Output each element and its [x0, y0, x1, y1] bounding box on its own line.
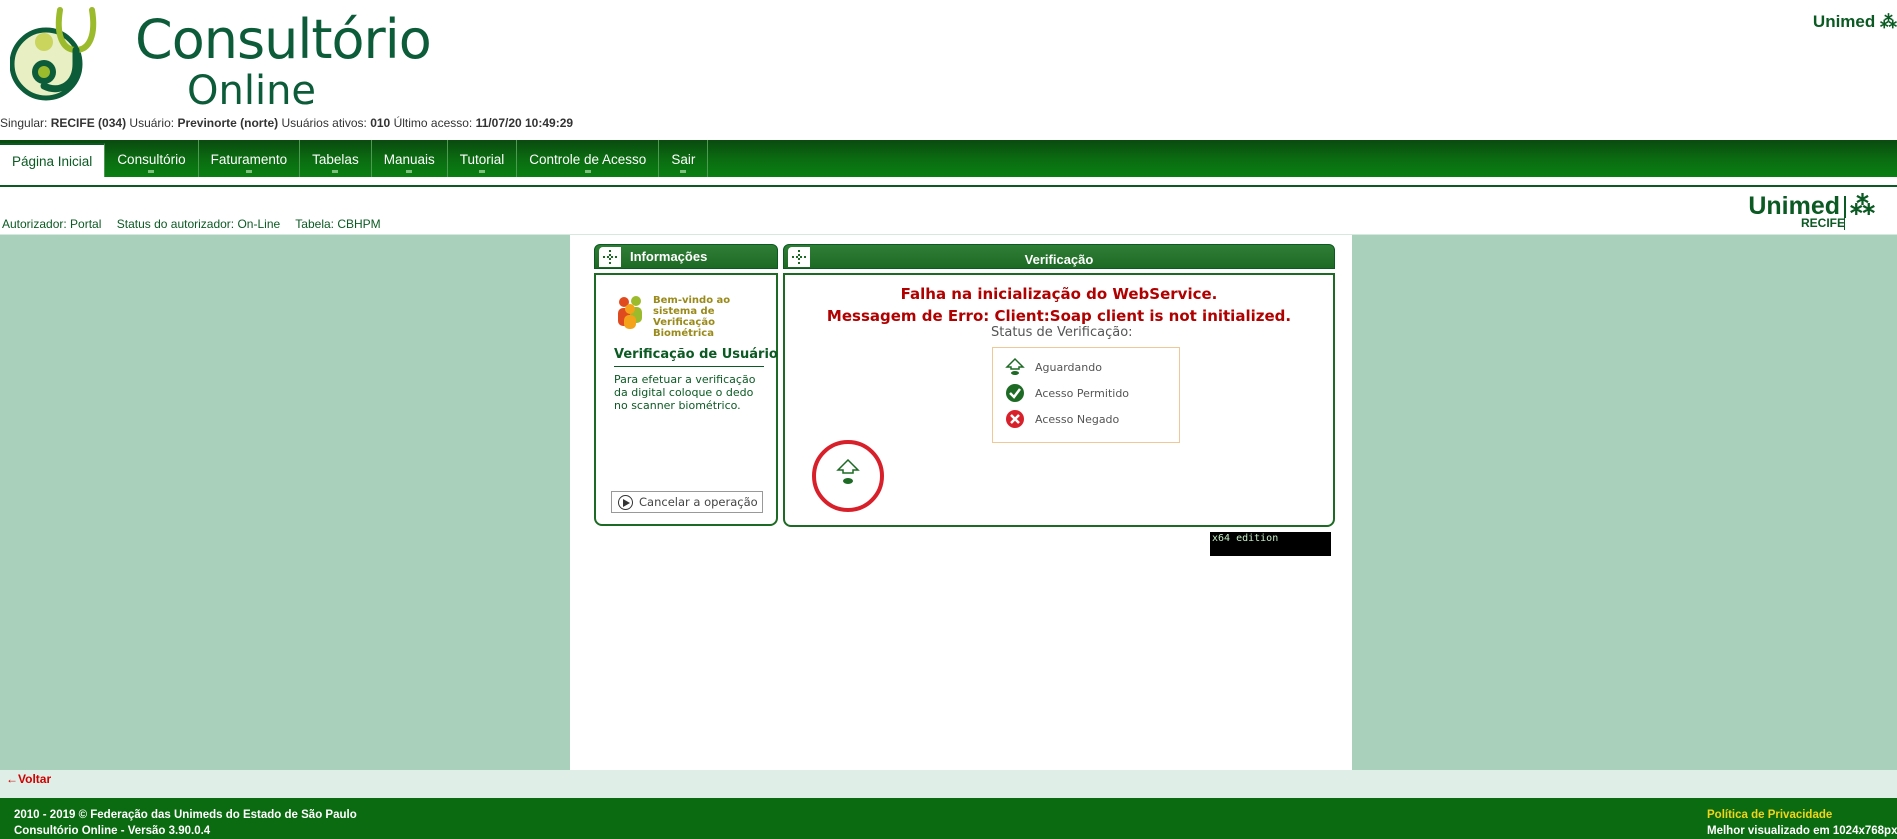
- city-label: RECIFE: [1800, 216, 1845, 230]
- fingerprint-waiting-icon: [836, 459, 860, 484]
- x-circle-icon: [1005, 409, 1025, 429]
- chevron-down-icon: [245, 170, 252, 174]
- page: Consultório Online Unimed ⁂ Singular: RE…: [0, 0, 1897, 839]
- back-link[interactable]: ←Voltar: [6, 772, 51, 786]
- footer: 2010 - 2019 © Federação das Unimeds do E…: [0, 798, 1897, 839]
- info-panel-header: Informações: [594, 244, 778, 269]
- user-verification-title: Verificação de Usuário: [614, 347, 778, 362]
- nav-item-tutorial[interactable]: Tutorial: [448, 140, 518, 177]
- current-status-indicator: [812, 440, 884, 512]
- nav-item-pagina-inicial[interactable]: Página Inicial: [0, 143, 106, 177]
- unimed-brand-top: Unimed ⁂: [1812, 12, 1897, 31]
- fingerprint-waiting-icon: [1005, 357, 1025, 377]
- nav-item-manuais[interactable]: Manuais: [372, 140, 448, 177]
- chevron-down-icon: [332, 170, 339, 174]
- stethoscope-logo-icon: [10, 7, 97, 101]
- verification-panel: Falha na inicialização do WebService. Me…: [783, 273, 1335, 527]
- play-circle-icon: [618, 494, 633, 510]
- autorizador-status: Status do autorizador: On-Line: [116, 217, 281, 231]
- back-bar: [0, 770, 1897, 798]
- logo-text-line1: Consultório: [135, 8, 432, 71]
- nav-item-consultorio[interactable]: Consultório: [105, 140, 199, 177]
- edition-badge: x64 edition: [1210, 532, 1331, 556]
- nav-item-controle-de-acesso[interactable]: Controle de Acesso: [517, 140, 660, 177]
- verification-instructions: Para efetuar a verificação da digital co…: [614, 373, 756, 412]
- chevron-down-icon: [584, 170, 591, 174]
- status-waiting: Aguardando: [1005, 356, 1102, 378]
- status-bar: Unimed ⁂ RECIFE Autorizador: Portal Statu…: [0, 189, 1897, 233]
- cancel-operation-button[interactable]: Cancelar a operação: [611, 491, 763, 513]
- footer-right: Política de Privacidade Melhor visualiza…: [1707, 807, 1897, 839]
- status-denied: Acesso Negado: [1005, 408, 1119, 430]
- nav-item-faturamento[interactable]: Faturamento: [199, 140, 301, 177]
- chevron-down-icon: [478, 170, 485, 174]
- status-allowed: Acesso Permitido: [1005, 382, 1129, 404]
- panel-grip-icon: [599, 247, 621, 267]
- nav-divider: [0, 177, 1897, 187]
- logo-text-line2: Online: [187, 68, 317, 114]
- user-info: Singular: RECIFE (034) Usuário: Previnor…: [0, 116, 574, 130]
- privacy-policy-link[interactable]: Política de Privacidade: [1707, 807, 1897, 823]
- tabela-label: Tabela: CBHPM: [295, 217, 381, 231]
- consultorio-online-logo: Consultório Online: [10, 4, 432, 114]
- verification-panel-title: Verificação: [1024, 252, 1094, 267]
- autorizador-info: Autorizador: Portal Status do autorizado…: [2, 217, 393, 231]
- chevron-down-icon: [148, 170, 155, 174]
- status-legend: Aguardando Acesso Permitido Acesso Negad…: [992, 347, 1180, 443]
- main-nav: Página Inicial Consultório Faturamento T…: [0, 140, 1897, 177]
- back-arrow-icon: ←: [6, 772, 18, 786]
- people-icon: [618, 296, 642, 329]
- autorizador-label: Autorizador: Portal: [2, 217, 102, 231]
- info-panel: Bem-vindo ao sistema de Verificação Biom…: [594, 273, 778, 526]
- footer-copyright: 2010 - 2019 © Federação das Unimeds do E…: [14, 809, 357, 837]
- nav-item-sair[interactable]: Sair: [659, 140, 709, 177]
- best-view-note: Melhor visualizado em 1024x768px: [1707, 825, 1897, 837]
- error-message-title: Falha na inicialização do WebService.: [900, 285, 1218, 303]
- welcome-text: Bem-vindo ao sistema de Verificação Biom…: [653, 295, 731, 339]
- header: Consultório Online Unimed ⁂ Singular: RE…: [0, 0, 1897, 140]
- check-circle-icon: [1005, 383, 1025, 403]
- unimed-tree-icon: ⁂: [1880, 12, 1897, 31]
- error-message-detail: Messagem de Erro: Client:Soap client is …: [826, 307, 1292, 325]
- verification-panel-header: Verificação: [783, 244, 1335, 269]
- info-panel-title: Informações: [630, 249, 708, 264]
- cancel-operation-label: Cancelar a operação: [639, 495, 758, 509]
- title-underline: [614, 366, 764, 367]
- chevron-down-icon: [680, 170, 687, 174]
- nav-item-tabelas[interactable]: Tabelas: [300, 140, 372, 177]
- status-title: Status de Verificação:: [991, 325, 1133, 340]
- chevron-down-icon: [406, 170, 413, 174]
- unimed-tree-icon: ⁂: [1850, 192, 1875, 220]
- welcome-block: Bem-vindo ao sistema de Verificação Biom…: [616, 295, 766, 339]
